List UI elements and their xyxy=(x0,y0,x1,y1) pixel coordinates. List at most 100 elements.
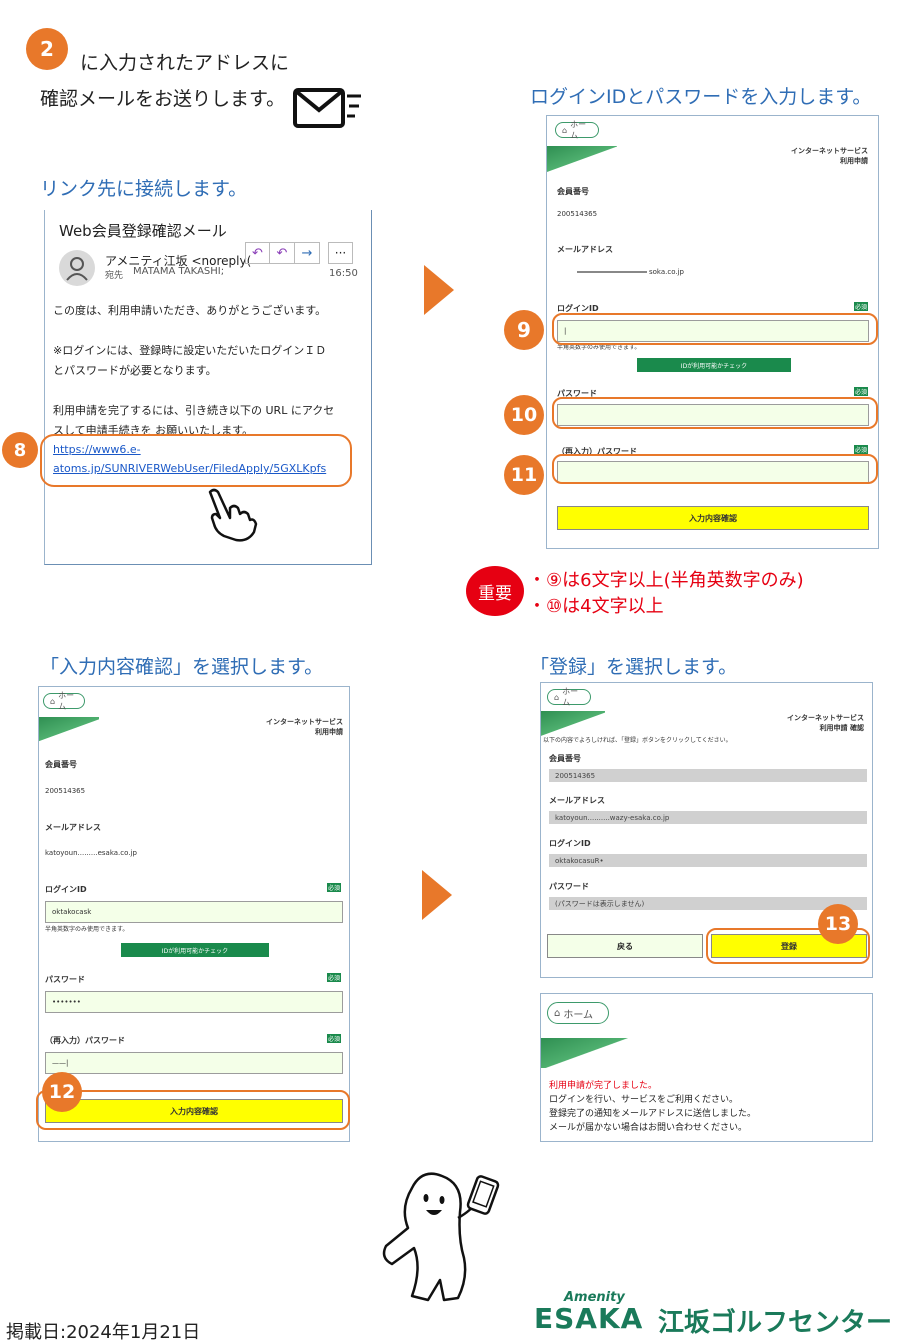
service-subtitle: 利用申請 確認 xyxy=(819,724,864,732)
important-line2: ・⑩は4文字以上 xyxy=(528,596,664,617)
more-options-icon[interactable]: ··· xyxy=(328,242,353,264)
highlight-step-9 xyxy=(552,313,878,345)
home-button[interactable]: ⌂ ホーム xyxy=(555,120,599,140)
email-time: 16:50 xyxy=(329,268,358,279)
complete-line2: ログインを行い、サービスをご利用ください。 xyxy=(549,1095,739,1105)
mail-icon xyxy=(293,88,361,128)
pointing-hand-icon xyxy=(208,488,258,542)
step-13-badge: 13 xyxy=(818,904,858,944)
reply-icon[interactable]: ↶ xyxy=(245,242,270,264)
member-no-label: 会員番号 xyxy=(549,754,581,763)
home-label: ホーム xyxy=(562,687,579,707)
step2-line2: 確認メールをお送りします。 xyxy=(40,88,286,110)
password-label: パスワード xyxy=(45,975,85,984)
service-subtitle: 利用申請 xyxy=(840,157,868,165)
home-button[interactable]: ⌂ ホーム xyxy=(547,1002,609,1024)
complete-line4: メールが届かない場合はお問い合わせください。 xyxy=(549,1123,748,1133)
brand-logo: Amenity ESAKA 江坂ゴルフセンター xyxy=(534,1290,894,1338)
repassword-input[interactable]: ——| xyxy=(45,1052,343,1074)
id-check-button[interactable]: IDが利用可能かチェック xyxy=(637,358,791,372)
email-value: soka.co.jp xyxy=(577,268,684,276)
highlight-step-10 xyxy=(552,397,878,429)
header-wave xyxy=(547,146,617,172)
highlight-step-12 xyxy=(36,1090,350,1130)
caption-register: 「登録」を選択します。 xyxy=(530,656,738,678)
step-11-badge: 11 xyxy=(504,455,544,495)
step-10-badge: 10 xyxy=(504,395,544,435)
brand-esaka: ESAKA xyxy=(534,1302,644,1335)
home-icon: ⌂ xyxy=(554,1007,561,1019)
email-body1: この度は、利用申請いただき、ありがとうございます。 xyxy=(53,304,327,317)
email-actions: ↶ ↶ → ··· xyxy=(245,242,353,264)
confirm-note: 以下の内容でよろしければ、「登録」ボタンをクリックしてください。 xyxy=(543,737,732,744)
email-body2a: ※ログインには、登録時に設定いただいたログインＩＤ xyxy=(53,344,327,357)
home-button[interactable]: ⌂ ホーム xyxy=(43,691,85,711)
forward-icon[interactable]: → xyxy=(295,242,320,264)
complete-line3: 登録完了の通知をメールアドレスに送信しました。 xyxy=(549,1109,757,1119)
required-badge: 必須 xyxy=(327,1034,341,1043)
email-to-label: 宛先 xyxy=(105,271,124,281)
email-body3a: 利用申請を完了するには、引き続き以下の URL にアクセ xyxy=(53,404,335,417)
service-title: インターネットサービス xyxy=(787,714,864,722)
email-value-text: soka.co.jp xyxy=(649,268,684,276)
header-wave xyxy=(39,717,99,743)
complete-line1: 利用申請が完了しました。 xyxy=(549,1081,658,1091)
highlight-step-8 xyxy=(40,434,352,487)
required-badge: 必須 xyxy=(854,387,868,396)
avatar xyxy=(59,250,95,286)
step2-line1: に入力されたアドレスに xyxy=(80,52,290,74)
required-badge: 必須 xyxy=(327,883,341,892)
member-no-label: 会員番号 xyxy=(557,187,589,196)
login-id-label: ログインID xyxy=(549,839,591,848)
important-badge: 重要 xyxy=(466,566,524,616)
caption-link: リンク先に接続します。 xyxy=(40,178,248,200)
home-label: ホーム xyxy=(58,691,75,711)
header-wave xyxy=(541,711,605,737)
login-id-input[interactable]: oktakocask xyxy=(45,901,343,923)
member-no-label: 会員番号 xyxy=(45,760,77,769)
step-9-badge: 9 xyxy=(504,310,544,350)
login-id-hint: 半角英数字のみ使用できます。 xyxy=(45,926,129,933)
required-badge: 必須 xyxy=(854,445,868,454)
repassword-label: （再入力）パスワード xyxy=(45,1036,125,1045)
reply-all-icon[interactable]: ↶ xyxy=(270,242,295,264)
home-label: ホーム xyxy=(563,1009,594,1021)
highlight-step-11 xyxy=(552,454,878,484)
password-value: (パスワードは表示しません) xyxy=(549,897,867,910)
person-icon xyxy=(66,257,88,281)
login-id-value: oktakocasuR• xyxy=(549,854,867,867)
brand-jp-name: 江坂ゴルフセンター xyxy=(658,1308,893,1338)
important-line1: ・⑨は6文字以上(半角英数字のみ) xyxy=(528,570,804,591)
home-icon: ⌂ xyxy=(562,125,568,135)
home-button[interactable]: ⌂ ホーム xyxy=(547,687,591,707)
email-label: メールアドレス xyxy=(549,796,605,805)
email-label: メールアドレス xyxy=(557,245,613,254)
required-badge: 必須 xyxy=(327,973,341,982)
service-title: インターネットサービス xyxy=(266,718,343,726)
confirm-input-button[interactable]: 入力内容確認 xyxy=(557,506,869,530)
step-12-badge: 12 xyxy=(42,1072,82,1112)
email-value: katoyoun.........esaka.co.jp xyxy=(45,849,137,857)
header-wave xyxy=(541,1038,631,1068)
complete-screen-panel: ⌂ ホーム 利用申請が完了しました。 ログインを行い、サービスをご利用ください。 … xyxy=(540,993,873,1142)
home-icon: ⌂ xyxy=(50,696,56,706)
caption-login: ログインIDとパスワードを入力します。 xyxy=(530,86,872,108)
back-button[interactable]: 戻る xyxy=(547,934,703,958)
step-2-badge: 2 xyxy=(26,28,68,70)
email-body2b: とパスワードが必要となります。 xyxy=(53,364,217,377)
caption-confirm: 「入力内容確認」を選択します。 xyxy=(40,656,324,678)
mascot-illustration xyxy=(382,1172,500,1302)
home-label: ホーム xyxy=(570,120,587,140)
email-value: katoyoun..........wazy-esaka.co.jp xyxy=(549,811,867,824)
password-label: パスワード xyxy=(549,882,589,891)
member-no-value: 200514365 xyxy=(557,210,598,218)
required-badge: 必須 xyxy=(854,302,868,311)
service-title: インターネットサービス xyxy=(791,147,868,155)
step-8-badge: 8 xyxy=(2,432,38,468)
member-no-value: 200514365 xyxy=(45,787,86,795)
service-subtitle: 利用申請 xyxy=(315,728,343,736)
login-id-label: ログインID xyxy=(45,885,87,894)
id-check-button[interactable]: IDが利用可能かチェック xyxy=(121,943,269,957)
password-input[interactable]: ••••••• xyxy=(45,991,343,1013)
arrow-right-icon xyxy=(424,265,454,315)
